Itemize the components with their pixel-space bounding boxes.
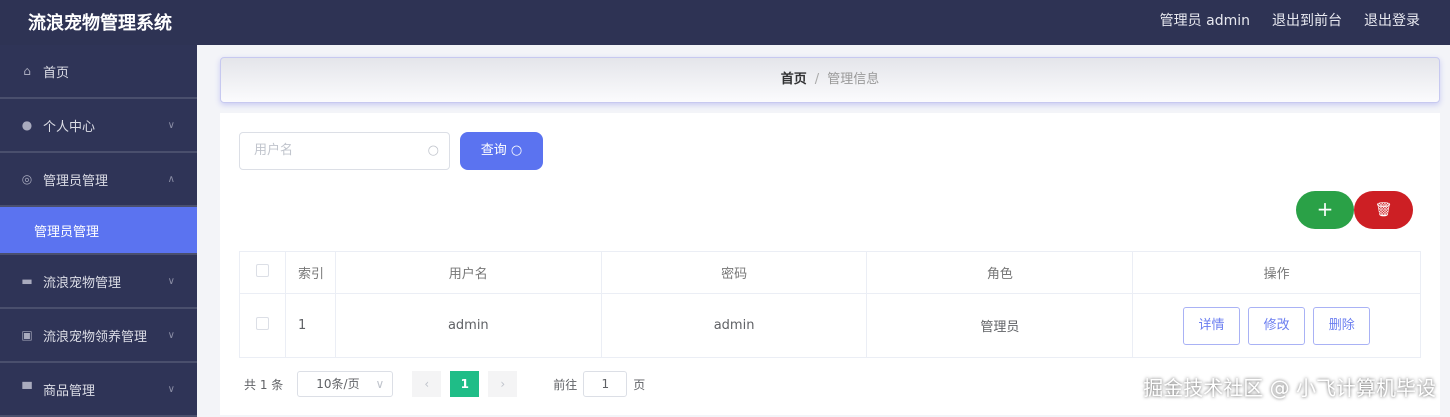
- chevron-up-icon: ∧: [167, 173, 175, 185]
- sidebar-item-label: 首页: [43, 65, 70, 81]
- plus-icon: +: [1316, 197, 1334, 221]
- cell-username: admin: [334, 293, 602, 358]
- table-header: 索引 用户名 密码 角色 操作: [239, 251, 1421, 294]
- user-icon: ●: [21, 118, 33, 132]
- monitor-icon: ▀: [22, 382, 32, 396]
- edit-button[interactable]: 修改: [1248, 306, 1306, 345]
- app-title: 流浪宠物管理系统: [28, 13, 172, 34]
- cell-role: 管理员: [866, 293, 1134, 358]
- col-password: 密码: [600, 251, 868, 294]
- query-label: 查询: [480, 143, 507, 158]
- prev-page-button[interactable]: ‹: [412, 371, 442, 397]
- clipboard-icon: ▣: [21, 328, 33, 342]
- lifebuoy-icon: ◎: [21, 172, 33, 186]
- pagination: 共 1 条 10条/页 ∨ ‹ 1 › 前往 1 页: [244, 371, 645, 397]
- sidebar-item-label: 流浪宠物领养管理: [43, 329, 148, 345]
- trash-icon: 🗑: [1374, 202, 1393, 218]
- sidebar-item-label: 管理员管理: [34, 224, 100, 240]
- query-button[interactable]: 查询 ○: [460, 132, 543, 170]
- goto-label: 前往: [553, 377, 578, 392]
- back-to-front-link[interactable]: 退出到前台: [1272, 10, 1342, 30]
- home-icon: ⌂: [23, 64, 31, 78]
- page-1-button[interactable]: 1: [450, 371, 480, 397]
- col-role: 角色: [866, 251, 1134, 294]
- current-user: 管理员 admin: [1159, 13, 1250, 29]
- admin-table: 索引 用户名 密码 角色 操作 1 admin admin 管理员 详情 修改 …: [239, 251, 1421, 358]
- next-page-button[interactable]: ›: [488, 371, 518, 397]
- sidebar-item-goods-management[interactable]: ▀ 商品管理 ∨: [0, 363, 197, 417]
- total-count: 共 1 条: [244, 377, 284, 392]
- watermark: 掘金技术社区 @ 小飞计算机毕设: [1143, 376, 1436, 400]
- sidebar-subitem-admin-management[interactable]: 管理员管理: [0, 207, 197, 255]
- sidebar-item-label: 个人中心: [43, 119, 96, 135]
- goto-page-input[interactable]: 1: [583, 371, 628, 397]
- page-suffix: 页: [633, 377, 646, 392]
- chevron-down-icon: ∨: [375, 377, 385, 391]
- breadcrumb: 首页 / 管理信息: [220, 57, 1440, 103]
- sidebar-item-label: 管理员管理: [43, 173, 109, 189]
- row-checkbox[interactable]: [255, 317, 269, 330]
- page-size-select[interactable]: 10条/页 ∨: [297, 371, 394, 397]
- logout-link[interactable]: 退出登录: [1364, 10, 1420, 30]
- cell-actions: 详情 修改 删除: [1132, 293, 1421, 358]
- sidebar-item-home[interactable]: ⌂ 首页: [0, 45, 197, 99]
- username-search-input[interactable]: 用户名 ○: [239, 132, 450, 170]
- sidebar-item-admin-management[interactable]: ◎ 管理员管理 ∧: [0, 153, 197, 207]
- chevron-down-icon: ∨: [167, 275, 175, 287]
- delete-button[interactable]: 删除: [1313, 306, 1371, 345]
- sidebar-item-profile[interactable]: ● 个人中心 ∨: [0, 99, 197, 153]
- sidebar: ⌂ 首页 ● 个人中心 ∨ ◎ 管理员管理 ∧ 管理员管理 ▬ 流浪宠物管理 ∨ ▣ 流浪宠物领…: [0, 45, 197, 417]
- detail-button[interactable]: 详情: [1182, 306, 1240, 345]
- page-size-value: 10条/页: [316, 377, 360, 391]
- sidebar-item-label: 流浪宠物管理: [43, 275, 122, 291]
- top-bar: 流浪宠物管理系统 管理员 admin 退出到前台 退出登录: [0, 0, 1450, 45]
- breadcrumb-separator: /: [814, 72, 820, 87]
- sidebar-item-pet-management[interactable]: ▬ 流浪宠物管理 ∨: [0, 255, 197, 309]
- search-placeholder: 用户名: [254, 143, 294, 158]
- chevron-down-icon: ∨: [167, 329, 175, 341]
- add-button[interactable]: +: [1296, 191, 1354, 229]
- breadcrumb-home[interactable]: 首页: [781, 72, 807, 87]
- col-username: 用户名: [334, 251, 602, 294]
- sidebar-item-adoption-management[interactable]: ▣ 流浪宠物领养管理 ∨: [0, 309, 197, 363]
- chevron-down-icon: ∨: [167, 119, 175, 131]
- select-all-checkbox[interactable]: [255, 264, 269, 277]
- breadcrumb-current: 管理信息: [827, 72, 880, 87]
- table-row: 1 admin admin 管理员 详情 修改 删除: [239, 293, 1421, 358]
- chat-icon: ▬: [21, 274, 33, 288]
- col-actions: 操作: [1132, 251, 1421, 294]
- chevron-down-icon: ∨: [167, 383, 175, 395]
- col-index: 索引: [284, 251, 336, 294]
- search-icon: ○: [427, 143, 439, 158]
- cell-password: admin: [600, 293, 868, 358]
- batch-delete-button[interactable]: 🗑: [1354, 191, 1413, 229]
- search-icon: ○: [510, 143, 523, 158]
- cell-index: 1: [284, 293, 336, 358]
- sidebar-item-label: 商品管理: [43, 383, 96, 399]
